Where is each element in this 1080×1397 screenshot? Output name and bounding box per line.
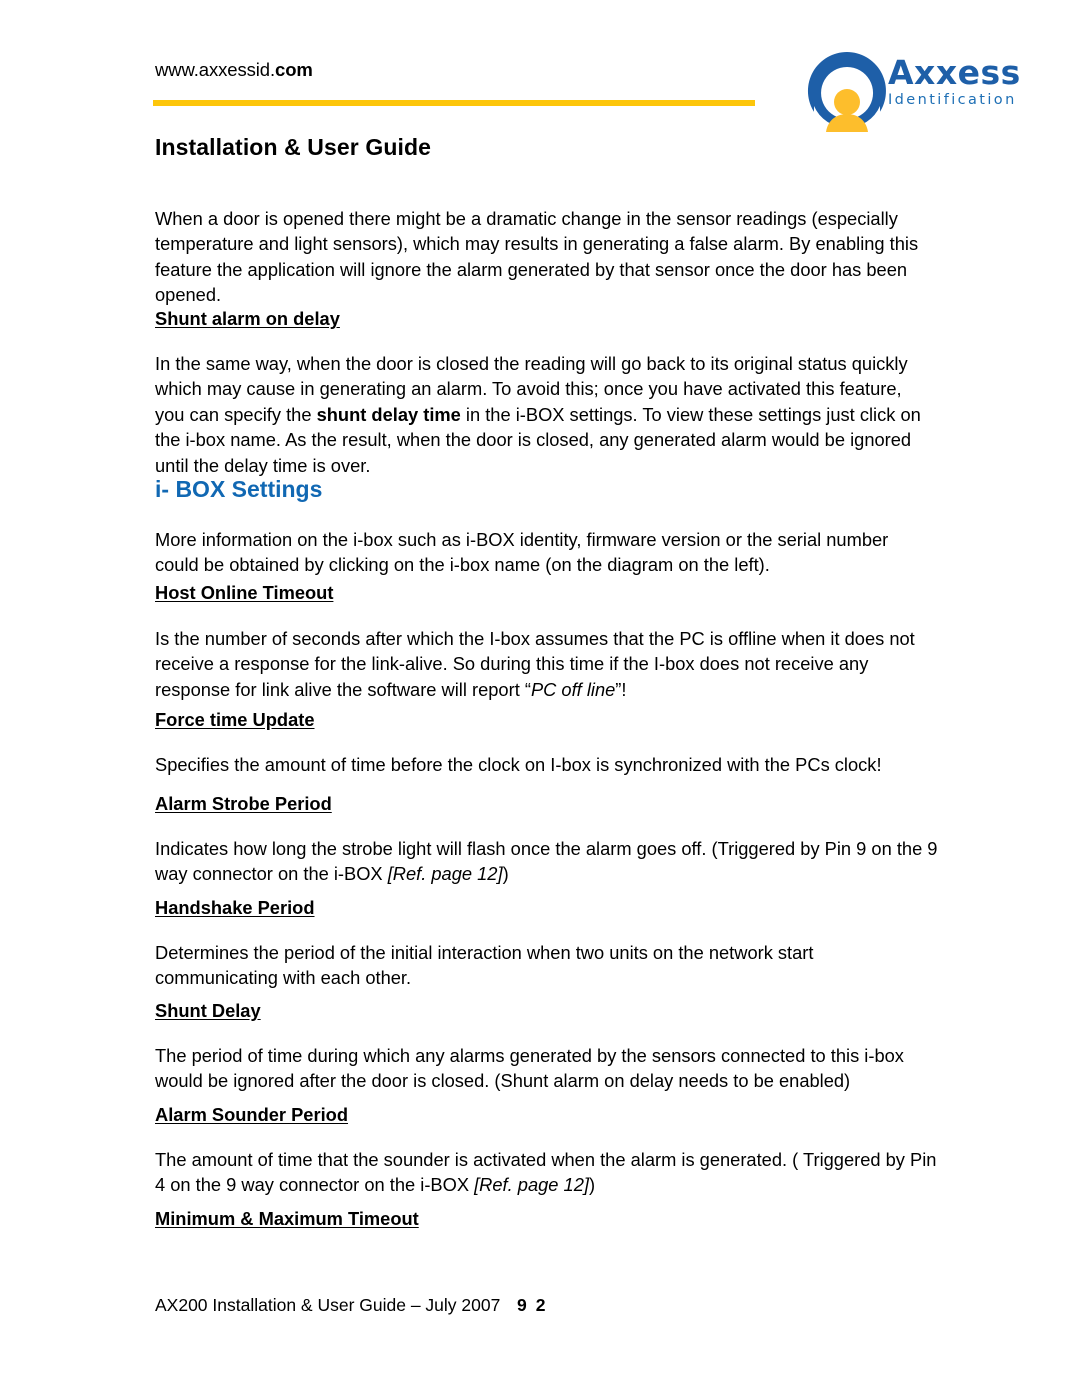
header-accent-rule	[153, 100, 755, 106]
text-segment-italic: [Ref. page 12]	[474, 1174, 589, 1196]
website-url-suffix: com	[275, 59, 313, 80]
document-page: www.axxessid.com Installation & User Gui…	[0, 0, 1080, 1397]
logo-brand-name: Axxess	[888, 53, 1021, 92]
intro-paragraph: When a door is opened there might be a d…	[155, 208, 919, 306]
page-header: www.axxessid.com Installation & User Gui…	[0, 0, 1080, 175]
website-url: www.axxessid.com	[155, 59, 313, 81]
heading-force-time-update: Force time Update	[155, 709, 315, 730]
heading-host-online-timeout: Host Online Timeout	[155, 582, 334, 603]
heading-handshake-period: Handshake Period	[155, 897, 315, 918]
page-footer: AX200 Installation & User Guide – July 2…	[155, 1295, 955, 1325]
logo-brand-tagline: Identification	[888, 92, 1017, 108]
text-segment-bold: shunt delay time	[316, 403, 461, 425]
text-segment: Indicates how long the strobe light will…	[155, 838, 938, 885]
heading-shunt-delay: Shunt Delay	[155, 1000, 261, 1021]
axxess-logo: Axxess Identification	[800, 48, 1050, 148]
text-segment: )	[588, 1174, 596, 1196]
text-segment: )	[502, 863, 509, 885]
heading-alarm-strobe-period: Alarm Strobe Period	[155, 793, 332, 814]
page-number-digit-1: 9	[517, 1295, 527, 1315]
paragraph-alarm-sounder-period: The amount of time that the sounder is a…	[155, 1147, 940, 1198]
paragraph-shunt-delay: The period of time during which any alar…	[155, 1045, 904, 1092]
paragraph-host-online-timeout: Is the number of seconds after which the…	[155, 626, 933, 702]
page-number-digit-2: 2	[535, 1295, 546, 1315]
paragraph-shunt-alarm-on-delay: In the same way, when the door is closed…	[155, 351, 933, 478]
paragraph-ibox-settings: More information on the i-box such as i-…	[155, 529, 889, 576]
website-url-prefix: www.axxessid.	[155, 59, 276, 80]
heading-alarm-sounder-period: Alarm Sounder Period	[155, 1104, 349, 1125]
footer-document-line: AX200 Installation & User Guide – July 2…	[155, 1295, 501, 1315]
person-in-circle-icon	[806, 50, 888, 132]
heading-ibox-settings: i- BOX Settings	[155, 476, 323, 502]
logo-wordmark: Axxess Identification	[888, 56, 1053, 130]
page-title: Installation & User Guide	[155, 134, 431, 160]
heading-minimum-maximum-timeout: Minimum & Maximum Timeout	[155, 1208, 419, 1229]
paragraph-force-time-update: Specifies the amount of time before the …	[155, 754, 882, 775]
text-segment-italic: [Ref. page 12]	[387, 863, 503, 885]
heading-shunt-alarm-on-delay: Shunt alarm on delay	[155, 308, 340, 329]
paragraph-handshake-period: Determines the period of the initial int…	[155, 942, 814, 989]
paragraph-alarm-strobe-period: Indicates how long the strobe light will…	[155, 836, 940, 887]
footer-page-number: 92	[517, 1295, 545, 1316]
text-segment-italic: PC off line	[530, 678, 616, 700]
text-segment: ”!	[615, 678, 627, 700]
